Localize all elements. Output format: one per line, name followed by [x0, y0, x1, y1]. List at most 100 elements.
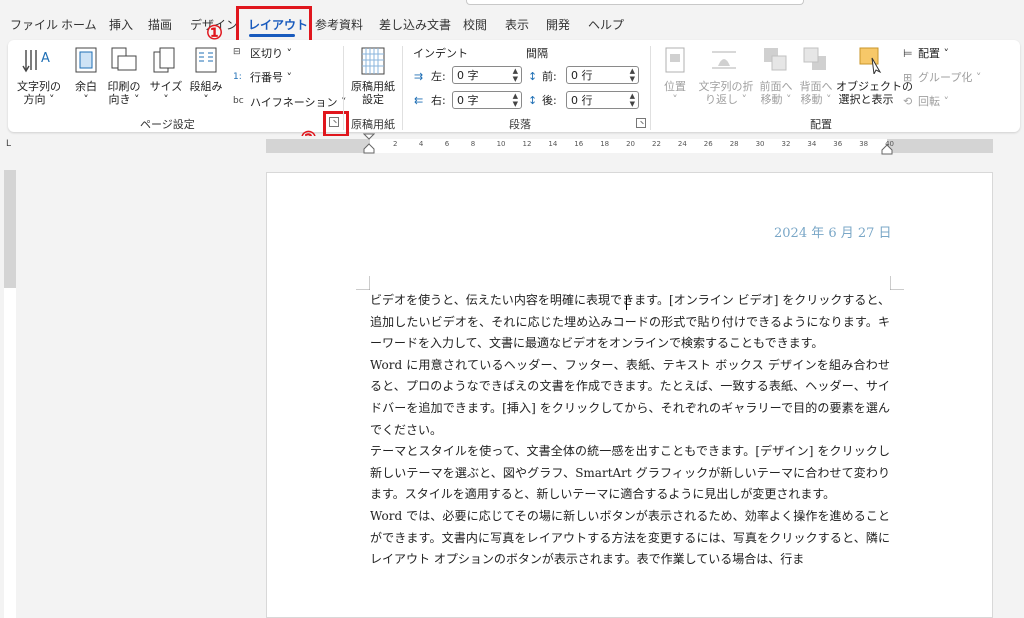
columns-label: 段組み: [189, 80, 223, 93]
spacing-after-value: 0 行: [571, 94, 593, 107]
paragraph-4[interactable]: Word では、必要に応じてその場に新しいボタンが表示されるため、効率よく操作を…: [370, 506, 890, 571]
selection-pane-label1: オブジェクトの: [836, 80, 913, 93]
indent-left-input[interactable]: 0 字 ▲ ▼: [452, 66, 522, 84]
ruler-number: 36: [833, 140, 843, 148]
margins-chevron-icon: ˅: [83, 93, 89, 106]
ruler-number: 38: [859, 140, 869, 148]
spacing-before-input[interactable]: 0 行 ▲ ▼: [566, 66, 639, 84]
ruler-number: 12: [522, 140, 532, 148]
selection-pane-button[interactable]: オブジェクトの 選択と表示: [836, 80, 913, 106]
spin-arrows-icon[interactable]: ▲ ▼: [513, 67, 518, 83]
margins-button[interactable]: 余白 ˅: [68, 80, 104, 106]
spacing-before-value: 0 行: [571, 69, 593, 82]
ruler-number: 24: [677, 140, 687, 148]
tab-file[interactable]: ファイル: [10, 16, 58, 33]
document-body[interactable]: ビデオを使うと、伝えたい内容を明確に表現できます。[オンライン ビデオ] をクリ…: [370, 290, 890, 571]
ruler-number: 40: [885, 140, 895, 148]
spacing-after-label: 後:: [542, 94, 557, 107]
corner-mark-right: [890, 276, 904, 290]
line-numbers-icon: 1:: [233, 72, 242, 82]
ruler-number: 6: [444, 140, 450, 148]
tab-developer[interactable]: 開発: [546, 16, 570, 33]
columns-chevron-icon: ˅: [203, 93, 209, 106]
document-date[interactable]: 2024 年 6 月 27 日: [774, 222, 892, 241]
send-backward-button[interactable]: 背面へ 移動 ˅: [796, 80, 836, 106]
group-button[interactable]: グループ化 ˅: [918, 71, 981, 84]
spacing-after-icon: ↕: [528, 94, 538, 107]
position-label: 位置: [664, 80, 686, 93]
indent-right-input[interactable]: 0 字 ▲ ▼: [452, 91, 522, 109]
ruler-number: 32: [781, 140, 791, 148]
spin-arrows-icon[interactable]: ▲ ▼: [630, 67, 635, 83]
paragraph-3[interactable]: テーマとスタイルを使って、文書全体の統一感を出すこともできます。[デザイン] を…: [370, 441, 890, 506]
text-direction-label1: 文字列の: [17, 80, 61, 93]
align-button[interactable]: 配置 ˅: [918, 47, 949, 60]
ruler-number: 10: [496, 140, 506, 148]
position-icon: [665, 47, 685, 73]
genko-label2: 設定: [362, 93, 384, 106]
paragraph-1[interactable]: ビデオを使うと、伝えたい内容を明確に表現できます。[オンライン ビデオ] をクリ…: [370, 290, 890, 355]
spin-arrows-icon[interactable]: ▲ ▼: [513, 92, 518, 108]
tab-review[interactable]: 校閲: [463, 16, 487, 33]
size-button[interactable]: サイズ ˅: [146, 80, 186, 106]
orientation-button[interactable]: 印刷の 向き ˅: [104, 80, 144, 106]
ruler-number: 30: [755, 140, 765, 148]
group-separator: [650, 46, 651, 130]
hyphenation-icon: bc: [233, 96, 244, 106]
text-cursor: [626, 296, 627, 310]
tab-insert[interactable]: 挿入: [109, 16, 133, 33]
paragraph-group-label: 段落: [509, 118, 531, 131]
indent-header: インデント: [413, 47, 468, 60]
vertical-ruler-text-area: [4, 288, 16, 618]
breaks-icon: ⊟: [233, 47, 241, 57]
tab-view[interactable]: 表示: [505, 16, 529, 33]
wrap-text-button[interactable]: 文字列の折 り返し ˅: [694, 80, 758, 106]
spacing-after-input[interactable]: 0 行 ▲ ▼: [566, 91, 639, 109]
horizontal-ruler[interactable]: L 2 4 6 8 10 12 14 16 18 20 22 24 26 28 30 32 34 36 38 40: [0, 133, 1024, 158]
indent-right-value: 0 字: [457, 94, 479, 107]
hyphenation-button[interactable]: ハイフネーション ˅: [250, 96, 347, 109]
rotate-button[interactable]: 回転 ˅: [918, 95, 949, 108]
ruler-number: 18: [600, 140, 610, 148]
tab-selector-icon[interactable]: L: [6, 139, 11, 149]
paragraph-2[interactable]: Word に用意されているヘッダー、フッター、表紙、テキスト ボックス デザイン…: [370, 355, 890, 441]
line-numbers-button[interactable]: 行番号 ˅: [250, 71, 292, 84]
tab-home[interactable]: ホーム: [61, 16, 97, 33]
wrap-text-label2: り返し ˅: [705, 93, 747, 106]
ruler-number: 34: [807, 140, 817, 148]
breaks-button[interactable]: 区切り ˅: [250, 47, 292, 60]
group-separator: [343, 46, 344, 130]
genko-label1: 原稿用紙: [351, 80, 395, 93]
vertical-ruler[interactable]: [4, 170, 16, 618]
indent-right-icon: ⇇: [414, 94, 424, 107]
spacing-before-icon: ↕: [528, 70, 538, 83]
orientation-label2: 向き ˅: [108, 93, 140, 106]
tab-help[interactable]: ヘルプ: [588, 16, 624, 33]
bring-forward-label1: 前面へ: [759, 80, 793, 93]
wrap-text-label1: 文字列の折: [698, 80, 754, 93]
send-backward-label2: 移動 ˅: [800, 93, 832, 106]
position-button[interactable]: 位置 ˅: [656, 80, 694, 106]
bring-forward-label2: 移動 ˅: [760, 93, 792, 106]
text-direction-button[interactable]: 文字列の 方向 ˅: [16, 80, 62, 106]
tab-references[interactable]: 参考資料: [315, 16, 363, 33]
send-backward-icon: [803, 47, 826, 70]
tab-draw[interactable]: 描画: [148, 16, 172, 33]
tab-mailings[interactable]: 差し込み文書: [379, 16, 451, 33]
size-label: サイズ: [149, 80, 183, 93]
columns-button[interactable]: 段組み ˅: [186, 80, 226, 106]
margins-label: 余白: [75, 80, 97, 93]
paragraph-dialog-launcher-icon[interactable]: [636, 118, 646, 128]
highlight-box-launcher: [323, 111, 349, 137]
spin-arrows-icon[interactable]: ▲ ▼: [630, 92, 635, 108]
margins-icon: [75, 47, 97, 73]
search-box[interactable]: [466, 0, 804, 5]
indent-marker-icon[interactable]: [363, 133, 375, 155]
text-direction-label2: 方向 ˅: [23, 93, 55, 106]
ruler-number: 2: [393, 140, 398, 148]
genko-settings-button[interactable]: 原稿用紙 設定: [348, 80, 398, 106]
ruler-number: 22: [652, 140, 661, 148]
text-direction-icon: A: [22, 50, 50, 73]
bring-forward-button[interactable]: 前面へ 移動 ˅: [756, 80, 796, 106]
spacing-before-label: 前:: [542, 70, 557, 83]
